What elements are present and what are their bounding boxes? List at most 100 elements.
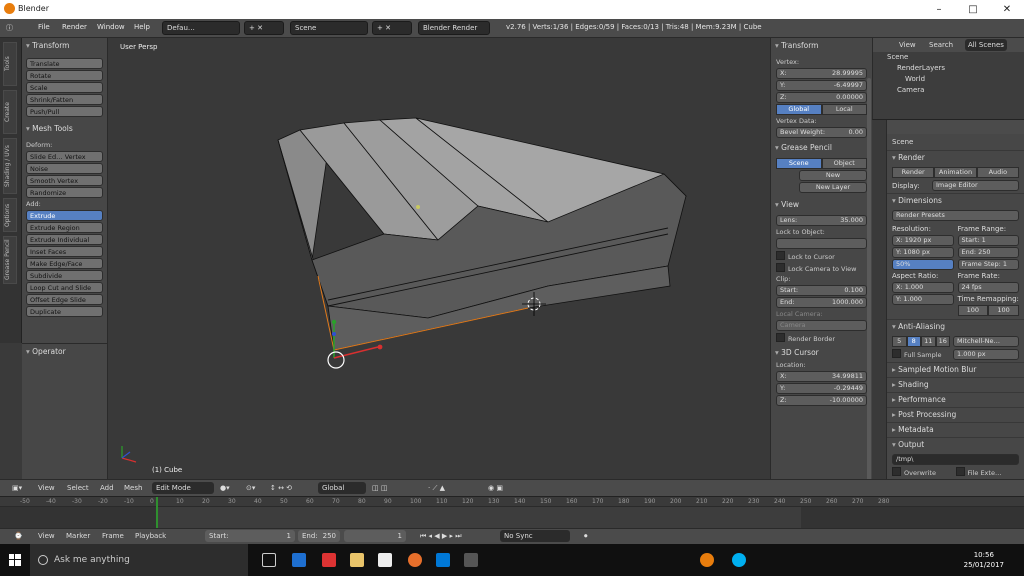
layout-add-remove[interactable]: + ✕ [244,21,284,35]
mesh-tools-header[interactable]: Mesh Tools [22,123,107,135]
sync-mode-select[interactable]: No Sync [500,530,570,542]
start-button[interactable] [0,544,30,576]
task-view-icon[interactable] [262,553,276,567]
pivot-icon[interactable]: ⊙▾ [246,484,255,492]
display-select[interactable]: Image Editor [932,180,1019,191]
vertex-x-field[interactable]: X: 28.99995 [776,68,867,79]
menu-window[interactable]: Window [97,23,125,31]
subdivide-button[interactable]: Subdivide [26,270,103,281]
output-path-field[interactable]: /tmp\ [892,454,1019,465]
extrude-region-button[interactable]: Extrude Region [26,222,103,233]
loop-cut-button[interactable]: Loop Cut and Slide [26,282,103,293]
menu-mesh[interactable]: Mesh [124,484,142,492]
scene-selector[interactable]: Scene [290,21,368,35]
aa-11[interactable]: 11 [921,336,936,347]
global-toggle[interactable]: Global [776,104,822,115]
current-frame-field[interactable]: 1 [344,530,406,542]
extrude-button[interactable]: Extrude [26,210,103,221]
outliner-camera[interactable]: Camera [873,85,1024,96]
start-frame-timeline[interactable]: Start: 1 [205,530,295,542]
shrink-fatten-button[interactable]: Shrink/Fatten [26,94,103,105]
outliner-view-menu[interactable]: View [899,41,916,49]
maximize-button[interactable]: □ [956,0,990,19]
extrude-individual-button[interactable]: Extrude Individual [26,234,103,245]
translate-button[interactable]: Translate [26,58,103,69]
vertex-y-field[interactable]: Y: -6.49997 [776,80,867,91]
grease-pencil-header[interactable]: Grease Pencil [771,142,872,154]
lock-camera-checkbox[interactable]: Lock Camera to View [776,263,867,273]
gp-new-layer-button[interactable]: New Layer [799,182,867,193]
res-pct-field[interactable]: 50% [892,259,954,270]
outliner-scene[interactable]: Scene [873,52,1024,63]
3d-viewport[interactable]: User Persp (1) Cube [108,38,770,479]
file-explorer-icon[interactable] [350,553,364,567]
aspect-y-field[interactable]: Y: 1.000 [892,294,954,305]
file-extensions-checkbox[interactable]: File Exte… [956,467,1020,477]
start-frame-field[interactable]: Start: 1 [957,235,1019,246]
render-animation-button[interactable]: Animation [934,167,977,178]
performance-header[interactable]: Performance [887,392,1024,407]
app-icon-2[interactable] [436,553,450,567]
timeline-ruler[interactable]: -50 -40 -30 -20 -10 0 10 20 30 40 50 60 70 80 90 100 110… [0,497,1024,507]
frame-step-field[interactable]: Frame Step: 1 [957,259,1019,270]
inset-faces-button[interactable]: Inset Faces [26,246,103,257]
vertex-z-field[interactable]: Z: 0.00000 [776,92,867,103]
editor-type-icon[interactable]: ▣▾ [12,484,22,492]
layer-icons[interactable]: ◫ ◫ [372,484,387,492]
menu-help[interactable]: Help [134,23,150,31]
gp-new-button[interactable]: New [799,170,867,181]
layout-selector[interactable]: Defau… [162,21,240,35]
gp-scene-toggle[interactable]: Scene [776,158,822,169]
render-panel-header[interactable]: Render [887,150,1024,165]
render-image-button[interactable]: Render [892,167,935,178]
rotate-button[interactable]: Rotate [26,70,103,81]
push-pull-button[interactable]: Push/Pull [26,106,103,117]
shading-header[interactable]: Shading [887,377,1024,392]
full-sample-checkbox[interactable]: Full Sample [892,349,950,360]
mode-select[interactable]: Edit Mode [152,482,214,494]
manipulator-icons[interactable]: ↕ ↔ ⟲ [270,484,292,492]
time-remap-old[interactable]: 100 [957,305,989,316]
motion-blur-header[interactable]: Sampled Motion Blur [887,362,1024,377]
res-x-field[interactable]: X: 1920 px [892,235,954,246]
select-mode-icons[interactable]: · ⟋ ▲ [428,484,445,493]
make-edge-face-button[interactable]: Make Edge/Face [26,258,103,269]
orientation-select[interactable]: Global [318,482,366,494]
aa-filter-select[interactable]: Mitchell-Ne… [953,336,1019,347]
anti-aliasing-header[interactable]: Anti-Aliasing [887,319,1024,334]
info-editor-icon[interactable]: ⓘ [6,23,13,33]
edge-browser-icon[interactable] [292,553,306,567]
tab-options[interactable]: Options [3,198,17,232]
render-border-checkbox[interactable]: Render Border [776,333,867,343]
aa-16[interactable]: 16 [935,336,950,347]
scale-button[interactable]: Scale [26,82,103,93]
noise-button[interactable]: Noise [26,163,103,174]
gp-object-toggle[interactable]: Object [821,158,867,169]
menu-render[interactable]: Render [62,23,87,31]
lens-field[interactable]: Lens: 35.000 [776,215,867,226]
proportional-edit-icons[interactable]: ◉ ▣ [488,484,503,492]
outliner-world[interactable]: World [873,74,1024,85]
skype-icon[interactable] [732,553,746,567]
scene-add-remove[interactable]: + ✕ [372,21,412,35]
record-icon[interactable]: ⏺ [584,532,588,541]
frame-rate-select[interactable]: 24 fps [957,282,1019,293]
viewport-shading-icon[interactable]: ●▾ [220,484,230,492]
local-toggle[interactable]: Local [821,104,867,115]
offset-edge-slide-button[interactable]: Offset Edge Slide [26,294,103,305]
lock-object-field[interactable] [776,238,867,249]
timeline-playback-menu[interactable]: Playback [135,532,166,540]
cursor-y-field[interactable]: Y: -0.29449 [776,383,867,394]
n-panel-scrollbar[interactable] [867,78,871,498]
aa-5[interactable]: 5 [892,336,907,347]
dimensions-header[interactable]: Dimensions [887,193,1024,208]
render-audio-button[interactable]: Audio [976,167,1019,178]
smooth-vertex-button[interactable]: Smooth Vertex [26,175,103,186]
metadata-header[interactable]: Metadata [887,422,1024,437]
outliner-renderlayers[interactable]: RenderLayers [873,63,1024,74]
outliner-search-menu[interactable]: Search [929,41,953,49]
operator-header[interactable]: Operator [22,346,107,358]
output-header[interactable]: Output [887,437,1024,452]
clip-end-field[interactable]: End: 1000.000 [776,297,867,308]
timeline[interactable]: -50 -40 -30 -20 -10 0 10 20 30 40 50 60 70 80 90 100 110… [0,496,1024,529]
